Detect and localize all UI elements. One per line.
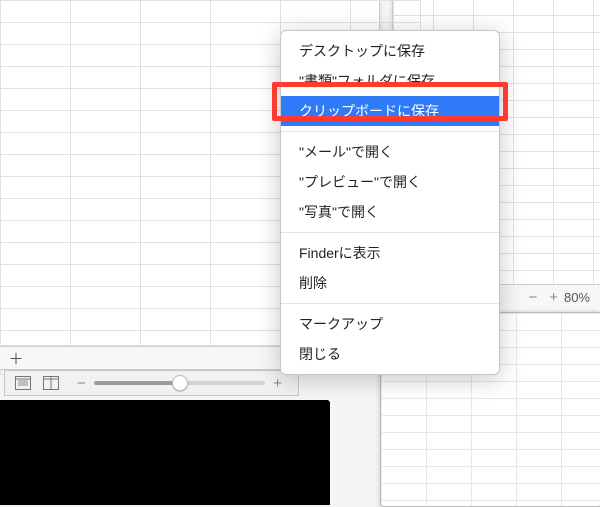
zoom-out-button[interactable]: − <box>522 289 543 306</box>
menu-separator <box>281 232 499 233</box>
menu-item[interactable]: "写真"で開く <box>281 197 499 227</box>
menu-item[interactable]: デスクトップに保存 <box>281 36 499 66</box>
zoom-in-button[interactable]: + <box>543 289 564 306</box>
context-menu: デスクトップに保存"書類"フォルダに保存クリップボードに保存 "メール"で開く"プ… <box>280 30 500 375</box>
menu-item[interactable]: "メール"で開く <box>281 137 499 167</box>
slider-knob[interactable] <box>172 375 188 391</box>
menu-separator <box>281 303 499 304</box>
menu-item[interactable]: マークアップ <box>281 309 499 339</box>
menu-item[interactable]: "プレビュー"で開く <box>281 167 499 197</box>
zoom-control: − + 80% <box>492 284 600 310</box>
zoom-value: 80% <box>564 290 590 305</box>
add-sheet-button[interactable]: ＋ <box>8 350 24 366</box>
menu-separator <box>281 131 499 132</box>
plus-icon: + <box>269 375 286 392</box>
view-page-icon[interactable] <box>11 373 35 393</box>
zoom-slider[interactable]: − + <box>67 375 292 392</box>
dark-panel <box>0 400 330 505</box>
menu-item[interactable]: "書類"フォルダに保存 <box>281 66 499 96</box>
menu-item[interactable]: 削除 <box>281 268 499 298</box>
sheet-tab-bar: ＋ <box>0 346 295 370</box>
minus-icon: − <box>73 375 90 392</box>
view-split-icon[interactable] <box>39 373 63 393</box>
slider-track <box>94 381 265 385</box>
menu-item[interactable]: クリップボードに保存 <box>281 96 499 126</box>
menu-item[interactable]: Finderに表示 <box>281 238 499 268</box>
footer-toolbar: − + <box>4 370 299 396</box>
menu-item[interactable]: 閉じる <box>281 339 499 369</box>
